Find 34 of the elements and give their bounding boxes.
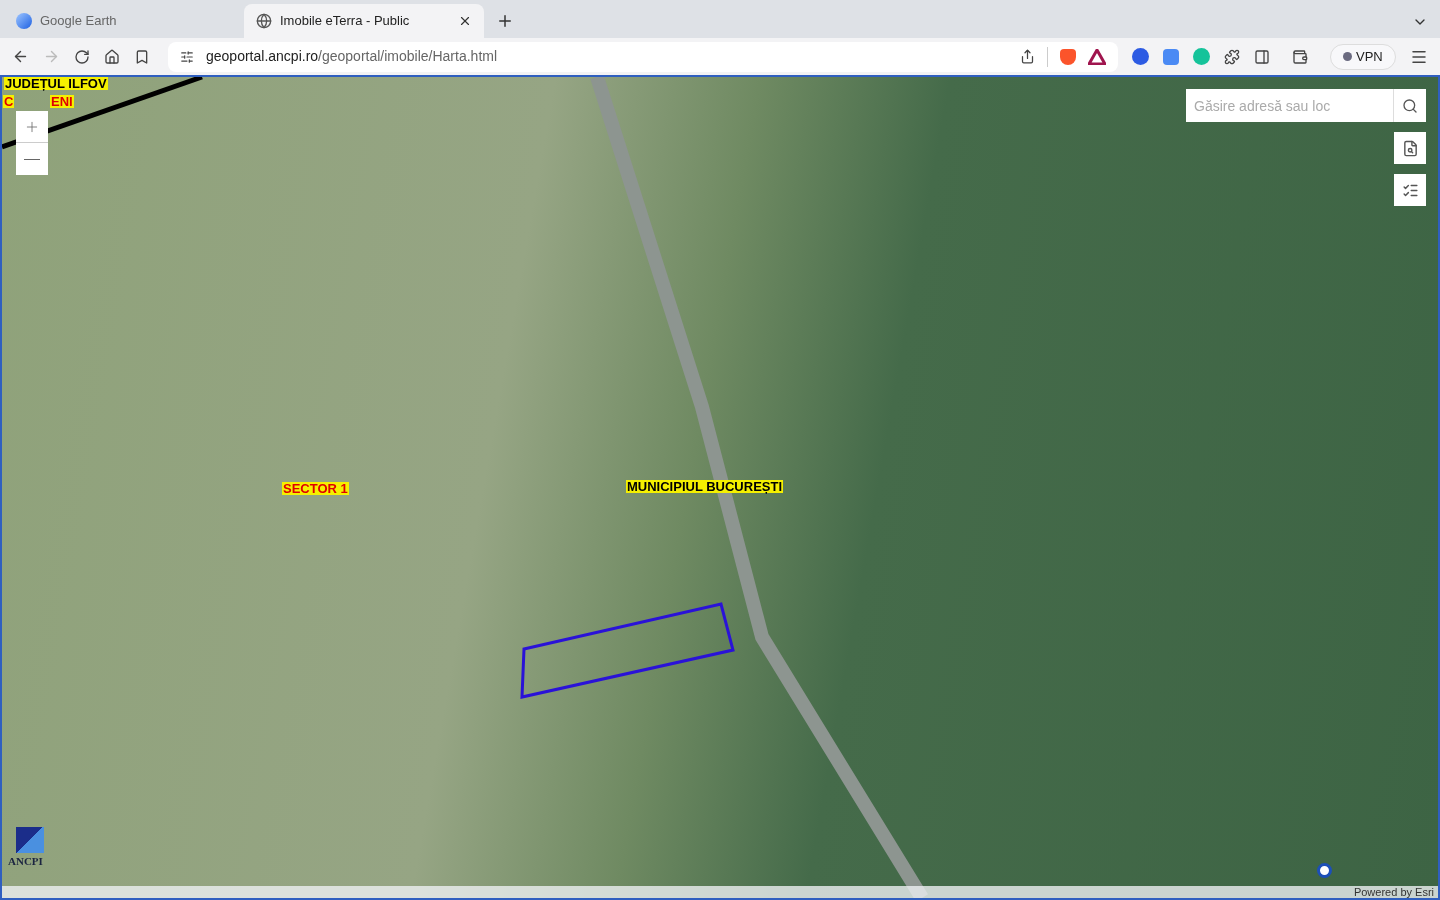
map-label: C [3, 95, 15, 108]
site-settings-icon[interactable] [180, 49, 194, 64]
tab-title: Imobile eTerra - Public [280, 12, 411, 31]
triangle-icon[interactable] [1088, 48, 1106, 65]
reload-icon[interactable] [74, 48, 90, 65]
browser-tab[interactable]: Imobile eTerra - Public [244, 4, 484, 38]
extension-icon[interactable] [1132, 48, 1149, 65]
document-search-button[interactable] [1394, 132, 1426, 164]
url-text: geoportal.ancpi.ro/geoportal/imobile/Harta.html [206, 47, 498, 66]
browser-tab[interactable]: Google Earth [4, 4, 244, 38]
puzzle-icon[interactable] [1224, 48, 1240, 65]
back-icon[interactable] [12, 48, 29, 65]
status-icon [1343, 52, 1352, 61]
close-icon[interactable] [458, 14, 472, 28]
tab-title: Google Earth [40, 12, 118, 31]
map-label: SECTOR 1 [282, 482, 349, 495]
sidebar-icon[interactable] [1254, 48, 1270, 65]
share-icon[interactable] [1020, 49, 1035, 64]
vpn-button[interactable]: VPN [1330, 43, 1396, 70]
logo-mark-icon [16, 827, 44, 853]
wallet-icon[interactable] [1292, 48, 1308, 65]
map-label: MUNICIPIUL BUCUREȘTI [626, 480, 784, 493]
new-tab-icon[interactable] [496, 12, 514, 30]
legend-list-button[interactable] [1394, 174, 1426, 206]
logo-text: ANCPI [8, 854, 43, 869]
globe-icon [256, 13, 272, 29]
attribution-text: Powered by Esri [1353, 886, 1434, 898]
map-label: JUDEȚUL ILFOV [4, 77, 108, 90]
address-bar[interactable]: geoportal.ancpi.ro/geoportal/imobile/Harta.html [168, 41, 1118, 72]
document-search-icon [1401, 139, 1419, 157]
bookmark-icon[interactable] [134, 48, 150, 65]
map-label: ENI [50, 95, 74, 108]
search-icon[interactable] [1402, 97, 1418, 114]
home-icon[interactable] [104, 48, 120, 65]
